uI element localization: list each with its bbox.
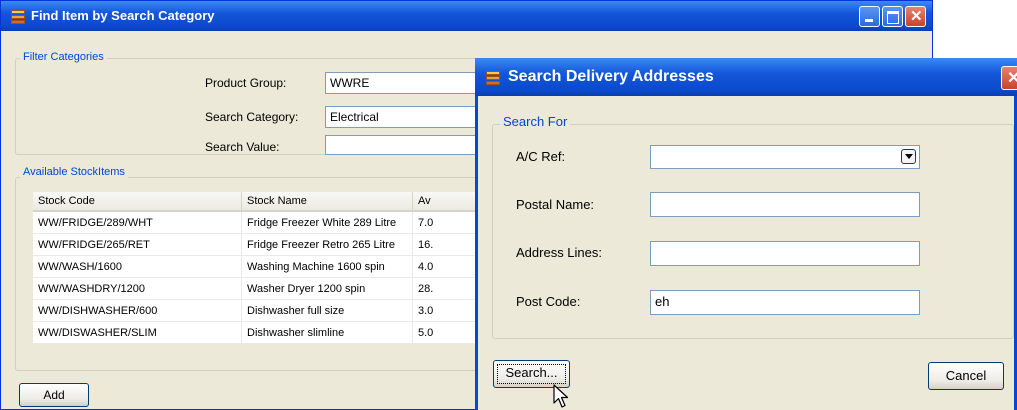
find-item-titlebar[interactable]: Find Item by Search Category ✕ bbox=[1, 1, 932, 31]
cell-stock-code: WW/WASH/1600 bbox=[33, 255, 242, 278]
column-header-stock-code[interactable]: Stock Code bbox=[33, 192, 242, 212]
cell-stock-code: WW/DISWASHER/SLIM bbox=[33, 321, 242, 344]
search-delivery-dialog: Search Delivery Addresses ✕ Search For A… bbox=[475, 58, 1017, 410]
search-value-field[interactable] bbox=[325, 135, 485, 155]
dropdown-button[interactable] bbox=[901, 149, 916, 164]
cancel-button[interactable]: Cancel bbox=[928, 362, 1004, 390]
add-button[interactable]: Add bbox=[19, 383, 89, 407]
search-category-field[interactable]: Electrical bbox=[325, 106, 485, 128]
post-code-label: Post Code: bbox=[516, 294, 581, 309]
cell-stock-name: Dishwasher full size bbox=[241, 299, 413, 322]
focus-rect bbox=[497, 364, 566, 384]
ac-ref-label: A/C Ref: bbox=[516, 149, 566, 164]
post-code-field[interactable]: eh bbox=[650, 290, 920, 315]
ac-ref-combobox[interactable] bbox=[650, 145, 920, 169]
chevron-down-icon bbox=[905, 154, 913, 159]
address-lines-label: Address Lines: bbox=[516, 245, 602, 260]
maximize-button[interactable] bbox=[882, 6, 903, 27]
table-header-row: Stock Code Stock Name Av bbox=[33, 192, 493, 212]
minimize-icon bbox=[865, 19, 873, 22]
table-row[interactable]: WW/FRIDGE/265/RET Fridge Freezer Retro 2… bbox=[33, 233, 493, 256]
close-button[interactable]: ✕ bbox=[905, 6, 926, 27]
dialog-app-icon bbox=[485, 69, 501, 85]
search-for-legend: Search For bbox=[500, 114, 571, 129]
postal-name-label: Postal Name: bbox=[516, 197, 595, 212]
app-icon bbox=[10, 8, 26, 24]
dialog-title: Search Delivery Addresses bbox=[508, 68, 714, 85]
cell-stock-code: WW/FRIDGE/289/WHT bbox=[33, 211, 242, 234]
table-row[interactable]: WW/WASH/1600 Washing Machine 1600 spin 4… bbox=[33, 255, 493, 278]
available-stockitems-legend: Available StockItems bbox=[20, 166, 128, 178]
table-row[interactable]: WW/DISWASHER/SLIM Dishwasher slimline 5.… bbox=[33, 321, 493, 344]
close-icon: ✕ bbox=[910, 8, 923, 25]
column-header-stock-name[interactable]: Stock Name bbox=[241, 192, 413, 212]
search-value-label: Search Value: bbox=[205, 140, 280, 154]
maximize-icon bbox=[887, 11, 899, 24]
cell-stock-name: Fridge Freezer White 289 Litre bbox=[241, 211, 413, 234]
cell-stock-code: WW/DISHWASHER/600 bbox=[33, 299, 242, 322]
search-category-label: Search Category: bbox=[205, 110, 299, 124]
postal-name-field[interactable] bbox=[650, 192, 920, 217]
table-row[interactable]: WW/DISHWASHER/600 Dishwasher full size 3… bbox=[33, 299, 493, 322]
cell-stock-name: Washer Dryer 1200 spin bbox=[241, 277, 413, 300]
dialog-close-button[interactable]: ✕ bbox=[1001, 66, 1017, 90]
window-title: Find Item by Search Category bbox=[31, 8, 215, 23]
table-row[interactable]: WW/FRIDGE/289/WHT Fridge Freezer White 2… bbox=[33, 211, 493, 234]
close-icon: ✕ bbox=[1007, 70, 1017, 87]
mouse-cursor-icon bbox=[553, 384, 569, 408]
cell-stock-code: WW/WASHDRY/1200 bbox=[33, 277, 242, 300]
cell-stock-name: Fridge Freezer Retro 265 Litre bbox=[241, 233, 413, 256]
product-group-field[interactable]: WWRE bbox=[325, 72, 485, 94]
search-dialog-titlebar[interactable]: Search Delivery Addresses ✕ bbox=[475, 58, 1017, 96]
cell-stock-name: Washing Machine 1600 spin bbox=[241, 255, 413, 278]
product-group-label: Product Group: bbox=[205, 76, 287, 90]
address-lines-field[interactable] bbox=[650, 241, 920, 266]
filter-categories-legend: Filter Categories bbox=[20, 51, 107, 63]
stock-items-table: Stock Code Stock Name Av WW/FRIDGE/289/W… bbox=[33, 192, 493, 344]
cell-stock-code: WW/FRIDGE/265/RET bbox=[33, 233, 242, 256]
minimize-button[interactable] bbox=[859, 6, 880, 27]
table-row[interactable]: WW/WASHDRY/1200 Washer Dryer 1200 spin 2… bbox=[33, 277, 493, 300]
cell-stock-name: Dishwasher slimline bbox=[241, 321, 413, 344]
